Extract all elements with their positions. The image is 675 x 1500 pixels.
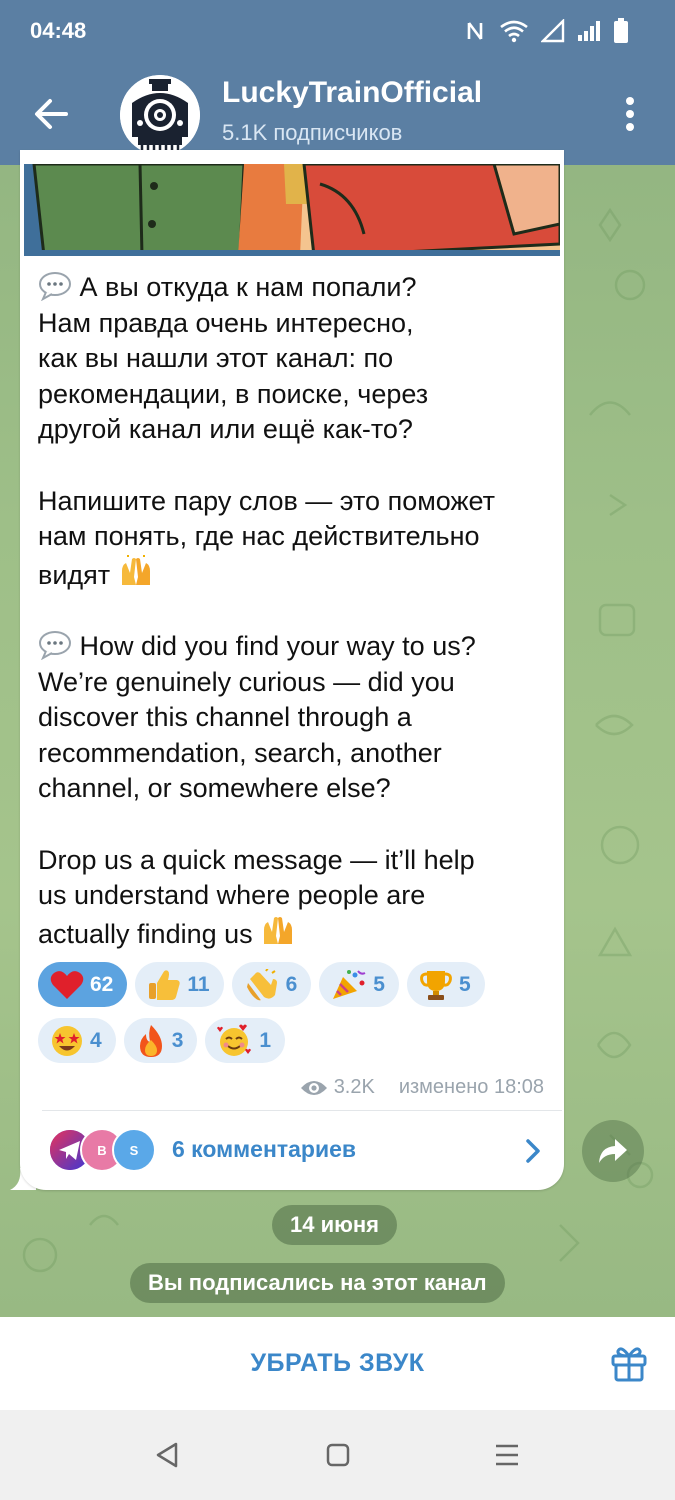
post-line: actually finding us — [38, 918, 253, 949]
channel-post[interactable]: А вы откуда к нам попали? Нам правда оче… — [20, 150, 564, 1190]
post-line: How did you find your way to us? — [79, 631, 476, 661]
post-line: Напишите пару слов — это поможет — [38, 485, 496, 516]
nav-recents-icon[interactable] — [492, 1440, 522, 1470]
reaction-count: 5 — [458, 972, 471, 996]
avatar: S — [112, 1128, 156, 1172]
more-menu-icon[interactable] — [615, 94, 645, 134]
bottom-bar: УБРАТЬ ЗВУК — [0, 1317, 675, 1410]
post-text: А вы откуда к нам попали? Нам правда оче… — [38, 270, 558, 952]
reaction-fire[interactable]: 3 — [123, 1018, 198, 1063]
channel-avatar[interactable] — [120, 75, 200, 155]
reaction-heart[interactable]: 62 — [38, 962, 128, 1007]
raising-hands-icon — [264, 916, 293, 944]
party-popper-icon — [333, 969, 366, 999]
star-struck-icon — [52, 1025, 82, 1056]
channel-title[interactable]: LuckyTrainOfficial — [222, 76, 482, 110]
speech-bubble-icon — [39, 631, 71, 660]
avatar-initial: S — [129, 1142, 139, 1158]
post-line: нам понять, где нас действительно — [38, 521, 480, 551]
post-line: А вы откуда к нам попали? — [79, 272, 417, 302]
reaction-party[interactable]: 5 — [319, 962, 399, 1007]
reaction-count: 6 — [285, 972, 298, 996]
trophy-icon — [420, 970, 452, 1000]
reaction-clap[interactable]: 6 — [231, 962, 312, 1007]
post-image[interactable] — [24, 164, 560, 256]
chevron-right-icon — [526, 1139, 540, 1163]
train-logo-icon — [120, 75, 200, 155]
reaction-trophy[interactable]: 5 — [406, 962, 485, 1007]
reaction-row: 4 3 1 — [38, 1018, 558, 1063]
thumbs-up-icon — [149, 969, 181, 1000]
post-line: us understand where people are — [38, 880, 426, 910]
comments-divider — [42, 1110, 562, 1111]
subscriber-count: 5.1K подписчиков — [222, 120, 403, 145]
system-nav-bar — [0, 1410, 675, 1500]
post-line: discover this channel through a — [38, 702, 412, 732]
speech-bubble-icon — [39, 272, 71, 301]
nav-back-icon[interactable] — [152, 1440, 182, 1470]
signal-empty-icon — [541, 19, 565, 43]
comments-button[interactable]: B S 6 комментариев — [20, 1112, 564, 1190]
eye-icon — [300, 1080, 327, 1095]
date-separator: 14 июня — [272, 1205, 398, 1245]
post-line: Drop us a quick message — it’ll help — [38, 844, 475, 875]
comments-label: 6 комментариев — [172, 1136, 357, 1162]
status-time: 04:48 — [30, 18, 87, 43]
share-button[interactable] — [582, 1120, 644, 1182]
post-line: видят — [38, 559, 111, 590]
nfc-icon — [467, 22, 483, 40]
post-meta: 3.2K изменено 18:08 — [300, 1076, 544, 1099]
reaction-star-struck[interactable]: 4 — [38, 1018, 116, 1063]
battery-icon — [614, 18, 628, 43]
view-count: 3.2K — [333, 1076, 375, 1098]
reaction-count: 62 — [90, 972, 114, 996]
reaction-smiling-hearts[interactable]: 1 — [205, 1018, 286, 1063]
clapping-hands-icon — [246, 968, 277, 1000]
post-line: recommendation, search, another — [38, 737, 442, 768]
post-illustration — [24, 164, 560, 256]
reaction-count: 1 — [259, 1028, 272, 1052]
reaction-count: 5 — [373, 972, 385, 996]
reaction-row: 62 11 6 5 5 — [38, 962, 558, 1007]
status-bar: 04:48 — [0, 0, 675, 60]
signal-icon — [578, 21, 600, 41]
reactions-bar: 62 11 6 5 5 4 3 1 — [38, 962, 558, 1074]
nav-home-icon[interactable] — [323, 1440, 353, 1470]
reaction-thumbs-up[interactable]: 11 — [135, 962, 224, 1007]
smiling-face-hearts-icon — [217, 1024, 252, 1056]
fire-icon — [139, 1024, 162, 1057]
avatar-initial: B — [97, 1142, 107, 1158]
post-line: We’re genuinely curious — did you — [38, 666, 455, 697]
share-arrow-icon — [599, 1139, 627, 1163]
reaction-count: 3 — [171, 1028, 184, 1052]
gift-icon[interactable] — [609, 1343, 649, 1383]
wifi-icon — [500, 20, 528, 43]
reaction-count: 11 — [187, 972, 210, 996]
heart-icon — [50, 970, 84, 999]
mute-button[interactable]: УБРАТЬ ЗВУК — [0, 1317, 675, 1410]
post-line: как вы нашли этот канал: по — [38, 343, 394, 373]
post-line: Нам правда очень интересно, — [38, 307, 414, 338]
post-line: рекомендации, в поиске, через — [38, 378, 429, 409]
commenter-avatars: B S — [48, 1126, 158, 1176]
reaction-count: 4 — [90, 1028, 102, 1052]
post-line: channel, or somewhere else? — [38, 773, 391, 803]
service-message: Вы подписались на этот канал — [130, 1263, 505, 1303]
edited-time: изменено 18:08 — [398, 1076, 544, 1098]
status-icons — [465, 18, 629, 44]
post-line: другой канал или ещё как-то? — [38, 414, 413, 444]
back-arrow-icon[interactable] — [30, 92, 74, 136]
raising-hands-icon — [121, 554, 150, 585]
